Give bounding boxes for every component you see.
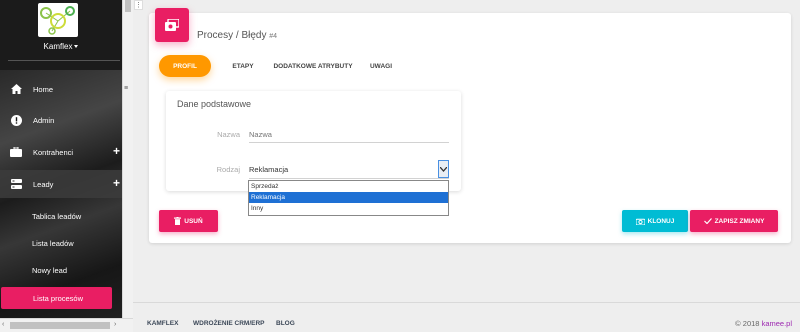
sidebar-divider — [8, 60, 120, 61]
briefcase-icon — [9, 145, 23, 159]
save-button-label: ZAPISZ ZMIANY — [714, 217, 765, 225]
trash-icon — [174, 217, 182, 225]
info-icon — [9, 113, 23, 127]
scrollbar-thumb[interactable] — [10, 322, 110, 329]
section-title: Dane podstawowe — [177, 99, 252, 109]
sidebar-subitem-lista-leadow[interactable]: Lista leadów — [0, 232, 122, 254]
tab-label: UWAGI — [369, 62, 393, 70]
sidebar-item-home[interactable]: Home — [0, 75, 122, 103]
clone-button[interactable]: KLONUJ — [622, 210, 688, 232]
card-header-icon — [155, 8, 189, 42]
sidebar-toggle-button[interactable]: ⋮ — [134, 0, 143, 10]
sidebar-subitem-label: Tablica leadów — [32, 211, 82, 221]
page-title-text: Procesy / Błędy — [197, 30, 267, 41]
sidebar-subitem-nowy-lead[interactable]: Nowy lead — [0, 259, 122, 281]
sidebar-subitem-tablica-leadow[interactable]: Tablica leadów — [0, 205, 122, 227]
caret-down-icon — [74, 45, 79, 49]
delete-button[interactable]: USUŃ — [159, 210, 218, 232]
sidebar-subitem-label: Lista leadów — [32, 238, 74, 248]
sidebar-item-leady[interactable]: Leady + — [0, 170, 122, 198]
clone-document-icon — [165, 19, 179, 31]
scroll-right-arrow-icon[interactable]: › — [114, 321, 116, 328]
home-icon — [9, 82, 23, 96]
dropdown-option-reklamacja[interactable]: Reklamacja — [249, 192, 448, 203]
sidebar-item-label: Leady — [33, 179, 54, 189]
sidebar-item-label: Kontrahenci — [33, 147, 74, 157]
scroll-grip-icon: ≡ — [124, 85, 129, 92]
tab-label: ETAPY — [232, 62, 254, 70]
tab-label: PROFIL — [173, 62, 197, 70]
check-icon — [703, 218, 712, 224]
tab-etapy[interactable]: ETAPY — [220, 55, 266, 77]
company-logo — [38, 3, 78, 37]
sidebar-item-label: Admin — [33, 115, 55, 125]
footer-divider — [133, 302, 800, 303]
sidebar-vertical-scrollbar[interactable]: ≡ — [122, 0, 133, 320]
copyright-brand-link[interactable]: kamee.pl — [762, 319, 792, 328]
footer-link-wdrozenie[interactable]: WDROŻENIE CRM/ERP — [193, 320, 265, 327]
scrollbar-thumb[interactable] — [125, 0, 131, 12]
expand-plus-icon[interactable]: + — [113, 177, 120, 189]
tab-label: DODATKOWE ATRYBUTY — [273, 62, 353, 70]
tab-dodatkowe-atrybuty[interactable]: DODATKOWE ATRYBUTY — [270, 55, 356, 77]
sidebar-subitem-lista-procesow[interactable]: Lista procesów — [1, 287, 112, 309]
sidebar-item-admin[interactable]: Admin — [0, 106, 122, 134]
type-field-label: Rodzaj — [216, 165, 240, 174]
user-menu-toggle[interactable]: Kamflex — [0, 42, 122, 51]
sidebar-item-label: Home — [33, 84, 54, 94]
sidebar-item-kontrahenci[interactable]: Kontrahenci + — [0, 138, 122, 166]
chevron-down-icon[interactable] — [438, 160, 449, 178]
sidebar: Kamflex Home Admin Kontrahenci + Leady +… — [0, 0, 133, 332]
camera-icon — [635, 218, 645, 225]
copyright-year: © 2018 — [735, 319, 760, 328]
sidebar-subitem-label: Nowy lead — [32, 265, 68, 275]
footer-link-kamflex[interactable]: KAMFLEX — [147, 320, 178, 327]
dropdown-option-sprzedaz[interactable]: Sprzedaż — [249, 181, 448, 192]
name-input[interactable] — [249, 127, 449, 143]
footer-link-blog[interactable]: BLOG — [276, 320, 295, 327]
copyright: © 2018 kamee.pl — [735, 319, 792, 328]
tab-uwagi[interactable]: UWAGI — [361, 55, 401, 77]
delete-button-label: USUŃ — [184, 217, 203, 225]
type-select-value: Reklamacja — [249, 165, 289, 174]
save-changes-button[interactable]: ZAPISZ ZMIANY — [690, 210, 778, 232]
sidebar-horizontal-scrollbar[interactable]: ‹ › — [0, 318, 133, 332]
type-select[interactable]: Reklamacja — [249, 160, 449, 179]
user-name-label: Kamflex — [43, 42, 73, 51]
page-title: Procesy / Błędy #4 — [197, 30, 277, 41]
scroll-left-arrow-icon[interactable]: ‹ — [2, 321, 4, 328]
dropdown-option-inny[interactable]: Inny — [249, 203, 448, 214]
leads-icon — [9, 177, 23, 191]
tab-profil[interactable]: PROFIL — [159, 55, 211, 77]
name-field-label: Nazwa — [217, 130, 240, 139]
expand-plus-icon[interactable]: + — [113, 145, 120, 157]
clone-button-label: KLONUJ — [647, 217, 675, 225]
type-dropdown-list[interactable]: Sprzedaż Reklamacja Inny — [248, 180, 449, 216]
record-number: #4 — [269, 33, 278, 40]
sidebar-subitem-label: Lista procesów — [33, 293, 84, 303]
